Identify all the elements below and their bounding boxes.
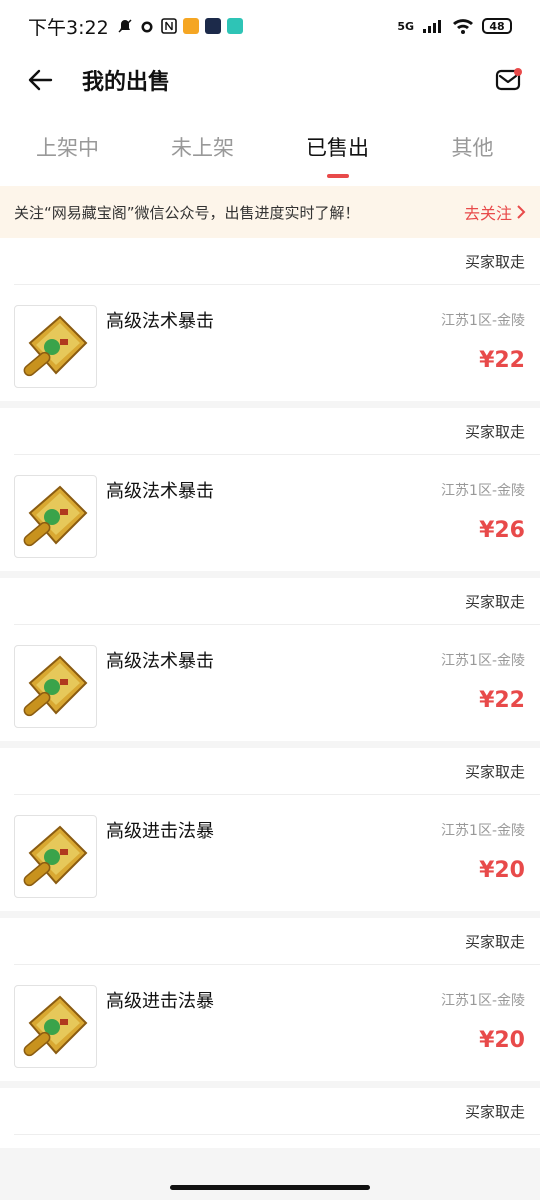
- item-name: 高级法术暴击: [106, 311, 214, 332]
- sold-orders-list: 买家取走 高级法术暴击 江苏1区-金陵 ¥22 买家取走 高级法术暴击 江苏1区…: [0, 238, 540, 1155]
- tab-label: 上架中: [36, 136, 99, 160]
- messages-button[interactable]: [490, 62, 526, 98]
- tab-label: 其他: [451, 136, 494, 160]
- order-card[interactable]: 买家取走 高级进击法暴 江苏1区-金陵 ¥20: [0, 918, 540, 1081]
- tab-other[interactable]: 其他: [405, 108, 540, 186]
- tab-bar: 上架中 未上架 已售出 其他: [0, 108, 540, 186]
- order-status: 买家取走: [464, 762, 525, 781]
- order-card[interactable]: 买家取走: [0, 1088, 540, 1148]
- banner-text: 关注“网易藏宝阁”微信公众号，出售进度实时了解！: [14, 203, 360, 222]
- order-card[interactable]: 买家取走 高级法术暴击 江苏1区-金陵 ¥22: [0, 238, 540, 401]
- notification-icons: [117, 18, 243, 34]
- item-server: 江苏1区-金陵: [441, 313, 525, 329]
- order-card[interactable]: 买家取走 高级法术暴击 江苏1区-金陵 ¥26: [0, 408, 540, 571]
- status-bar: 下午3:22 5G 48: [0, 0, 540, 52]
- scroll-icon: [23, 825, 87, 886]
- follow-link[interactable]: 去关注: [464, 200, 526, 224]
- tab-label: 未上架: [171, 136, 234, 160]
- arrow-left-icon: [28, 69, 53, 91]
- scroll-icon: [23, 485, 87, 546]
- tab-sold[interactable]: 已售出: [270, 108, 405, 186]
- status-time: 下午3:22: [28, 16, 109, 39]
- item-server: 江苏1区-金陵: [441, 823, 525, 839]
- nfc-icon: [160, 18, 177, 34]
- tab-unlisted[interactable]: 未上架: [135, 108, 270, 186]
- scroll-icon: [23, 315, 87, 376]
- app-notify-icon-dark: [204, 18, 221, 34]
- page-title: 我的出售: [82, 70, 171, 95]
- signal-icon: [423, 20, 441, 33]
- item-name: 高级进击法暴: [106, 821, 214, 842]
- follow-banner: 关注“网易藏宝阁”微信公众号，出售进度实时了解！ 去关注: [0, 186, 540, 238]
- follow-link-label: 去关注: [463, 204, 512, 223]
- item-server: 江苏1区-金陵: [441, 993, 525, 1009]
- system-indicators: 5G 48: [397, 18, 512, 34]
- item-price: ¥22: [479, 688, 525, 713]
- network-label: 5G: [397, 19, 414, 33]
- unread-dot: [514, 68, 522, 76]
- order-status: 买家取走: [464, 592, 525, 611]
- app-header: 我的出售: [0, 52, 540, 108]
- home-indicator[interactable]: [170, 1185, 370, 1190]
- item-price: ¥26: [479, 518, 525, 543]
- tab-listed[interactable]: 上架中: [0, 108, 135, 186]
- back-button[interactable]: [20, 60, 60, 100]
- scroll-icon: [23, 995, 87, 1056]
- item-name: 高级法术暴击: [106, 481, 214, 502]
- item-server: 江苏1区-金陵: [441, 483, 525, 499]
- item-name: 高级进击法暴: [106, 991, 214, 1012]
- scroll-icon: [23, 655, 87, 716]
- order-status: 买家取走: [464, 422, 525, 441]
- item-thumbnail: [14, 475, 97, 558]
- item-thumbnail: [14, 305, 97, 388]
- order-status: 买家取走: [464, 932, 525, 951]
- item-thumbnail: [14, 985, 97, 1068]
- item-server: 江苏1区-金陵: [441, 653, 525, 669]
- order-status: 买家取走: [464, 252, 525, 271]
- order-status: 买家取走: [464, 1102, 525, 1121]
- active-tab-indicator: [326, 174, 349, 178]
- app-notify-icon-orange: [182, 18, 199, 34]
- mute-bell-icon: [118, 19, 132, 33]
- app-notify-icon-teal: [226, 18, 243, 34]
- order-card[interactable]: 买家取走 高级进击法暴 江苏1区-金陵 ¥20: [0, 748, 540, 911]
- item-thumbnail: [14, 815, 97, 898]
- tab-label: 已售出: [306, 136, 369, 160]
- item-price: ¥20: [479, 858, 525, 883]
- item-price: ¥22: [479, 348, 525, 373]
- chevron-right-icon: [517, 205, 526, 219]
- alarm-icon: [141, 21, 153, 33]
- item-thumbnail: [14, 645, 97, 728]
- item-price: ¥20: [479, 1028, 525, 1053]
- battery-icon: 48: [482, 18, 512, 34]
- order-card[interactable]: 买家取走 高级法术暴击 江苏1区-金陵 ¥22: [0, 578, 540, 741]
- wifi-icon: [453, 19, 473, 34]
- item-name: 高级法术暴击: [106, 651, 214, 672]
